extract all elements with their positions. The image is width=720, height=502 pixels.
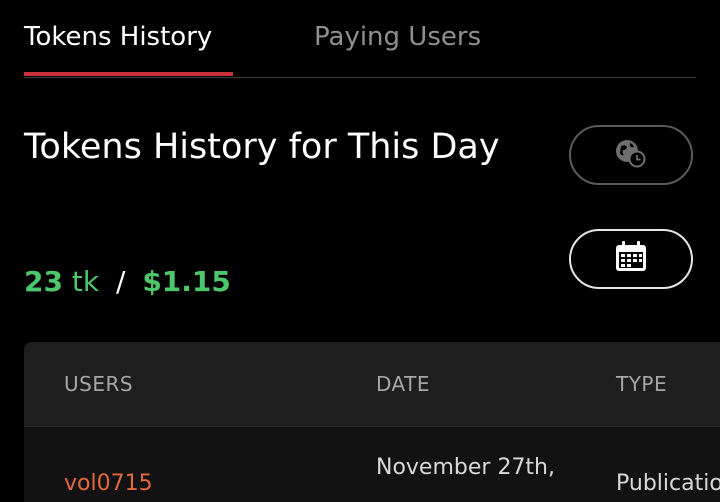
tab-tokens-history[interactable]: Tokens History xyxy=(24,20,212,54)
column-header-date: DATE xyxy=(376,372,431,396)
tab-bar: Tokens History Paying Users xyxy=(24,0,696,78)
page-title: Tokens History for This Day xyxy=(24,127,500,167)
table-row: vol0715 November 27th, Publication xyxy=(24,427,720,502)
tokens-total: 23 tk / $1.15 xyxy=(24,262,231,302)
tokens-unit: tk xyxy=(71,265,100,298)
tokens-history-table: USERS DATE TYPE vol0715 November 27th, P… xyxy=(24,342,720,502)
totals-separator: / xyxy=(115,265,126,298)
active-tab-indicator xyxy=(24,72,233,76)
table-header: USERS DATE TYPE xyxy=(24,342,720,427)
calendar-icon xyxy=(613,239,649,279)
tab-paying-users[interactable]: Paying Users xyxy=(314,20,481,54)
row-user-link[interactable]: vol0715 xyxy=(64,469,153,499)
timezone-button[interactable] xyxy=(569,125,693,185)
calendar-button[interactable] xyxy=(569,229,693,289)
dollars-total: $1.15 xyxy=(142,265,231,298)
column-header-type: TYPE xyxy=(616,372,668,396)
globe-clock-icon xyxy=(613,135,649,175)
row-type: Publication xyxy=(616,471,720,496)
tokens-count: 23 xyxy=(24,265,63,298)
row-date: November 27th, xyxy=(376,455,555,480)
column-header-users: USERS xyxy=(64,372,134,396)
